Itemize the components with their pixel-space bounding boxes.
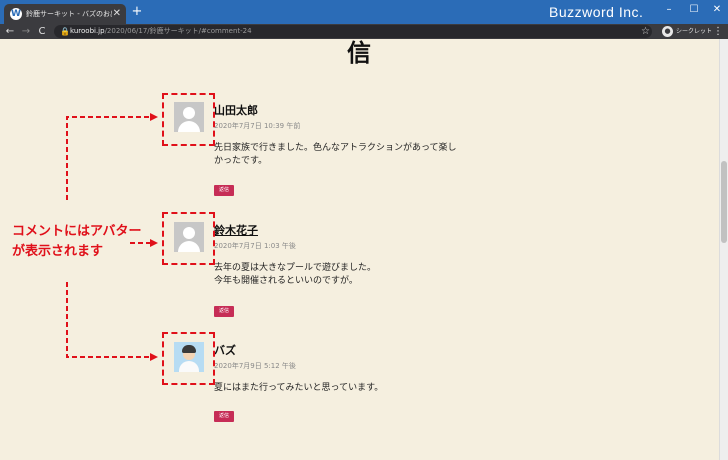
annotation-arrows [66, 113, 158, 361]
arrow-to-avatar-3 [66, 282, 158, 361]
arrow-to-avatar-1 [66, 113, 158, 200]
